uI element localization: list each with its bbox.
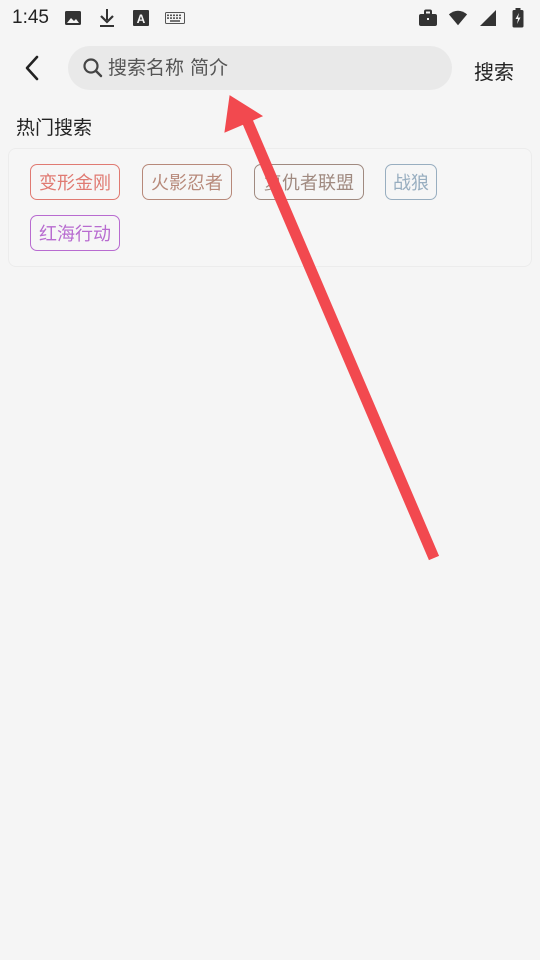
hot-tag[interactable]: 复仇者联盟: [254, 164, 364, 200]
status-bar: 1:45 A: [0, 0, 540, 36]
hot-search-tags: 变形金刚 火影忍者 复仇者联盟 战狼 红海行动: [8, 148, 532, 267]
chevron-left-icon: [25, 55, 39, 81]
search-input[interactable]: [108, 57, 428, 79]
search-header: 搜索: [0, 44, 540, 94]
status-time: 1:45: [12, 7, 49, 28]
svg-text:A: A: [137, 12, 146, 26]
search-icon: [82, 57, 104, 79]
hot-search-title: 热门搜索: [16, 117, 93, 139]
signal-icon: [478, 8, 498, 28]
hot-tag[interactable]: 战狼: [385, 164, 437, 200]
search-box[interactable]: [68, 46, 452, 90]
hot-tag[interactable]: 红海行动: [30, 215, 120, 251]
briefcase-icon: [418, 8, 438, 28]
image-icon: [63, 8, 83, 28]
font-a-icon: A: [131, 8, 151, 28]
hot-tag[interactable]: 火影忍者: [142, 164, 232, 200]
battery-icon: [508, 8, 528, 28]
search-button[interactable]: 搜索: [474, 56, 514, 85]
wifi-icon: [448, 8, 468, 28]
hot-tag[interactable]: 变形金刚: [30, 164, 120, 200]
back-button[interactable]: [14, 50, 50, 86]
download-icon: [97, 8, 117, 28]
annotation-arrow: [224, 95, 440, 561]
keyboard-icon: [164, 8, 185, 28]
